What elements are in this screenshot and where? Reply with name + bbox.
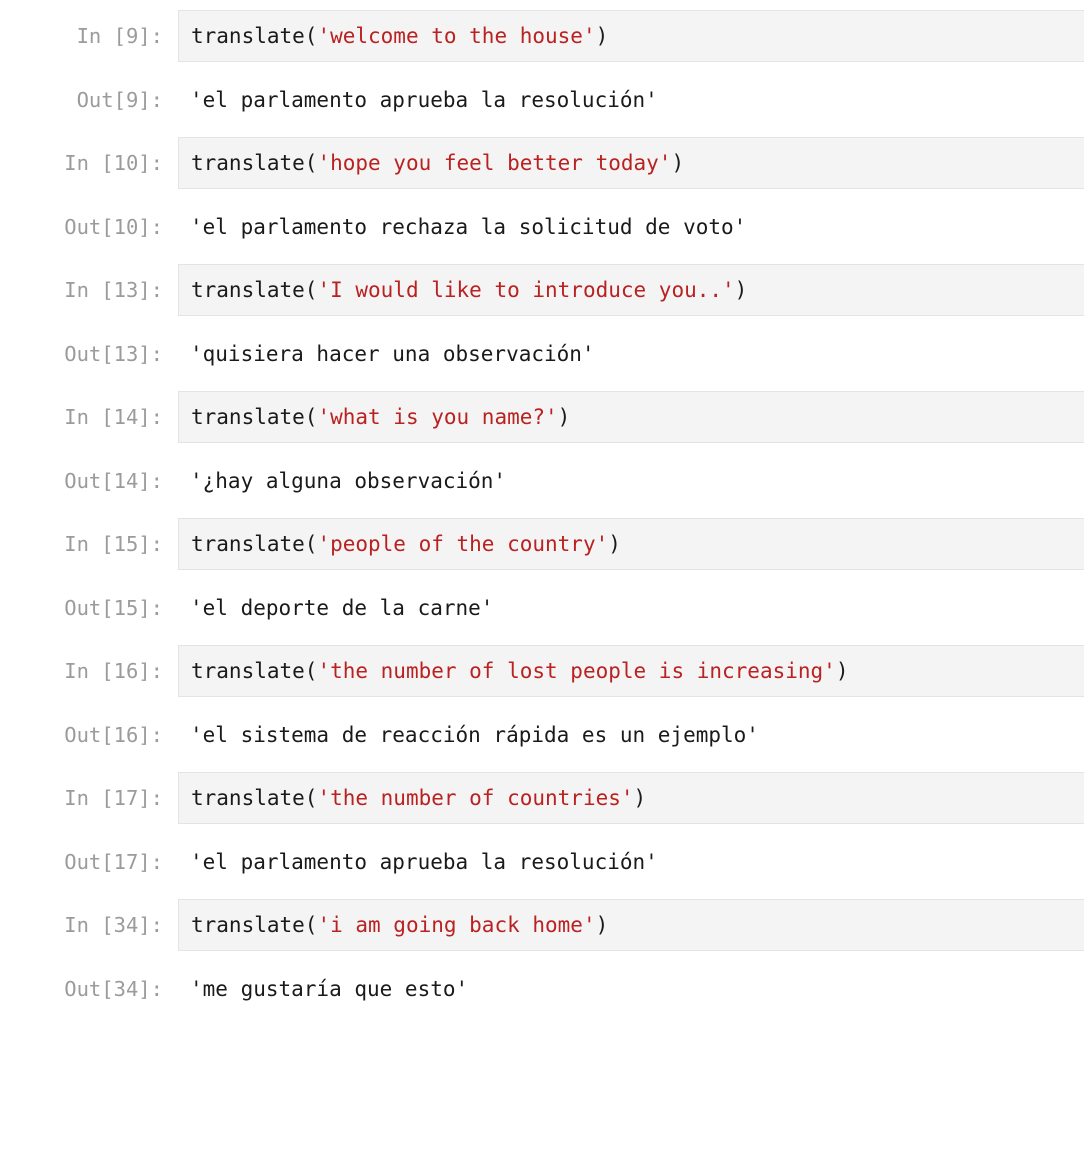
output-result-text: 'el deporte de la carne' [190,596,494,620]
input-prompt-label: In [10]: [64,151,163,175]
code-token-close-paren: ) [671,151,685,175]
output-result-area: 'el parlamento aprueba la resolución' [178,847,1084,877]
input-cell[interactable]: In [9]: translate('welcome to the house') [0,10,1084,62]
input-cell[interactable]: In [13]: translate('I would like to intro… [0,264,1084,316]
output-result-area: 'el parlamento aprueba la resolución' [178,85,1084,115]
input-prompt-label: In [15]: [64,532,163,556]
code-token-close-paren: ) [595,913,609,937]
code-token-string-literal: 'I would like to introduce you..' [317,278,735,302]
code-token-close-paren: ) [633,786,647,810]
output-result-text: 'el sistema de reacción rápida es un eje… [190,723,759,747]
input-cell[interactable]: In [16]: translate('the number of lost pe… [0,645,1084,697]
code-editor-area[interactable]: translate('i am going back home') [178,899,1084,951]
output-cell: Out[14]: '¿hay alguna observación' [0,466,1084,496]
output-cell: Out[16]: 'el sistema de reacción rápida e… [0,720,1084,750]
input-cell[interactable]: In [15]: translate('people of the country… [0,518,1084,570]
code-line: translate('what is you name?') [191,402,1084,432]
code-line: translate('I would like to introduce you… [191,275,1084,305]
output-result-text: 'el parlamento aprueba la resolución' [190,88,658,112]
code-editor-area[interactable]: translate('welcome to the house') [178,10,1084,62]
input-cell[interactable]: In [34]: translate('i am going back home'… [0,899,1084,951]
code-token-string-literal: 'welcome to the house' [317,24,596,48]
input-prompt-label: In [16]: [64,659,163,683]
code-line: translate('hope you feel better today') [191,148,1084,178]
output-result-text: 'me gustaría que esto' [190,977,469,1001]
notebook-cell-pair: In [34]: translate('i am going back home'… [0,899,1084,1004]
input-prompt-label: In [14]: [64,405,163,429]
output-prompt-label: Out[17]: [64,850,163,874]
input-prompt-label: In [9]: [76,24,163,48]
code-token-string-literal: 'i am going back home' [317,913,596,937]
output-result-text: 'el parlamento rechaza la solicitud de v… [190,215,747,239]
output-cell: Out[17]: 'el parlamento aprueba la resolu… [0,847,1084,877]
code-token-string-literal: 'the number of lost people is increasing… [317,659,836,683]
code-token-close-paren: ) [608,532,621,556]
output-prompt-label: Out[15]: [64,596,163,620]
output-result-area: 'quisiera hacer una observación' [178,339,1084,369]
output-prompt-label: Out[14]: [64,469,163,493]
output-cell: Out[9]: 'el parlamento aprueba la resoluc… [0,85,1084,115]
code-token-function-call: translate( [191,278,318,302]
code-token-function-call: translate( [191,786,318,810]
output-cell: Out[13]: 'quisiera hacer una observación' [0,339,1084,369]
input-cell[interactable]: In [17]: translate('the number of countri… [0,772,1084,824]
code-editor-area[interactable]: translate('people of the country') [178,518,1084,570]
notebook-cell-pair: In [16]: translate('the number of lost pe… [0,645,1084,750]
code-token-close-paren: ) [835,659,849,683]
code-token-close-paren: ) [734,278,748,302]
output-result-area: 'me gustaría que esto' [178,974,1084,1004]
output-result-area: 'el parlamento rechaza la solicitud de v… [178,212,1084,242]
output-result-text: 'quisiera hacer una observación' [190,342,595,366]
output-result-area: '¿hay alguna observación' [178,466,1084,496]
output-prompt-label: Out[34]: [64,977,163,1001]
input-cell[interactable]: In [14]: translate('what is you name?') [0,391,1084,443]
output-prompt-label: Out[16]: [64,723,163,747]
code-token-function-call: translate( [191,913,318,937]
notebook-cell-pair: In [14]: translate('what is you name?') Ou… [0,391,1084,496]
code-token-string-literal: 'hope you feel better today' [317,151,672,175]
output-result-text: 'el parlamento aprueba la resolución' [190,850,658,874]
code-line: translate('the number of lost people is … [191,656,1084,686]
code-token-close-paren: ) [595,24,609,48]
notebook-cell-pair: In [9]: translate('welcome to the house')… [0,10,1084,115]
code-token-string-literal: 'what is you name?' [317,405,558,429]
code-line: translate('welcome to the house') [191,21,1084,51]
output-result-area: 'el deporte de la carne' [178,593,1084,623]
notebook-cell-pair: In [15]: translate('people of the country… [0,518,1084,623]
output-result-area: 'el sistema de reacción rápida es un eje… [178,720,1084,750]
output-cell: Out[10]: 'el parlamento rechaza la solici… [0,212,1084,242]
input-prompt-label: In [17]: [64,786,163,810]
output-prompt-label: Out[9]: [76,88,163,112]
notebook-cell-pair: In [17]: translate('the number of countri… [0,772,1084,877]
code-token-function-call: translate( [191,659,318,683]
notebook-container: In [9]: translate('welcome to the house')… [0,0,1084,1004]
input-prompt-label: In [13]: [64,278,163,302]
code-token-close-paren: ) [557,405,571,429]
code-token-string-literal: 'the number of countries' [317,786,634,810]
output-cell: Out[15]: 'el deporte de la carne' [0,593,1084,623]
code-editor-area[interactable]: translate('I would like to introduce you… [178,264,1084,316]
code-token-function-call: translate( [191,405,318,429]
output-prompt-label: Out[10]: [64,215,163,239]
code-editor-area[interactable]: translate('the number of lost people is … [178,645,1084,697]
code-token-function-call: translate( [191,151,318,175]
output-cell: Out[34]: 'me gustaría que esto' [0,974,1084,1004]
output-prompt-label: Out[13]: [64,342,163,366]
code-editor-area[interactable]: translate('hope you feel better today') [178,137,1084,189]
code-line: translate('people of the country') [191,529,1084,559]
input-prompt-label: In [34]: [64,913,163,937]
output-result-text: '¿hay alguna observación' [190,469,507,493]
code-editor-area[interactable]: translate('what is you name?') [178,391,1084,443]
code-token-string-literal: 'people of the country' [317,532,609,556]
code-line: translate('the number of countries') [191,783,1084,813]
code-editor-area[interactable]: translate('the number of countries') [178,772,1084,824]
notebook-cell-pair: In [10]: translate('hope you feel better … [0,137,1084,242]
input-cell[interactable]: In [10]: translate('hope you feel better … [0,137,1084,189]
notebook-cell-pair: In [13]: translate('I would like to intro… [0,264,1084,369]
code-line: translate('i am going back home') [191,910,1084,940]
code-token-function-call: translate( [191,24,318,48]
code-token-function-call: translate( [191,532,318,556]
